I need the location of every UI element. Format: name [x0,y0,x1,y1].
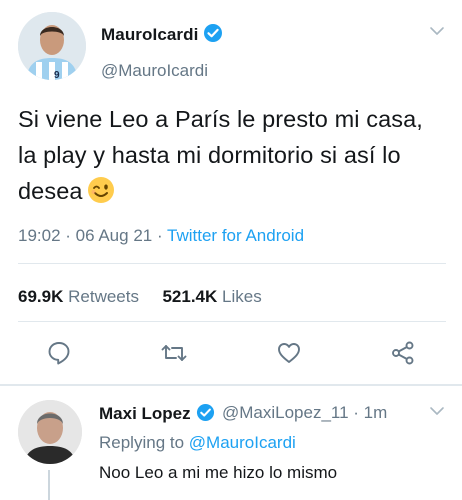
retweets-stat[interactable]: 69.9K Retweets [18,287,139,306]
author-name[interactable]: MauroIcardi [101,23,223,48]
reply-author-name[interactable]: Maxi Lopez [99,403,215,427]
retweets-count: 69.9K [18,287,64,306]
likes-stat[interactable]: 521.4K Likes [162,287,261,306]
replying-to-mention[interactable]: @MauroIcardi [189,433,296,452]
likes-label: Likes [222,287,262,306]
tweet-body: Si viene Leo a París le presto mi casa, … [18,101,448,214]
replying-to-prefix: Replying to [99,433,189,452]
reply-text: Noo Leo a mi me hizo lo mismo [99,463,338,482]
tweet-separator [0,384,462,386]
verified-badge-icon [203,23,223,48]
share-icon[interactable] [390,340,416,371]
tweet-stats: 69.9K Retweets 521.4K Likes [18,287,262,307]
likes-count: 521.4K [162,287,218,306]
replying-to: Replying to @MauroIcardi [99,433,296,453]
thread-line [48,470,50,500]
author-handle[interactable]: @MauroIcardi [101,61,208,81]
divider [18,263,446,264]
reply-author-avatar[interactable] [18,400,82,464]
retweets-label: Retweets [68,287,139,306]
svg-text:9: 9 [54,70,60,80]
author-name-text[interactable]: MauroIcardi [101,25,198,44]
retweet-icon[interactable] [160,340,188,371]
reply-author-handle[interactable]: @MaxiLopez_11 · 1m [222,403,387,423]
winking-face-emoji-icon [87,176,115,214]
reply-author-name-text[interactable]: Maxi Lopez [99,404,191,423]
verified-badge-icon [196,403,215,427]
chevron-down-icon[interactable] [428,402,446,425]
reply-icon[interactable] [46,340,72,371]
divider [18,321,446,322]
tweet-timestamp[interactable]: 19:02 · 06 Aug 21 · [18,226,167,245]
tweet-client-link[interactable]: Twitter for Android [167,226,304,245]
tweet-text: Si viene Leo a París le presto mi casa, … [18,106,423,204]
like-icon[interactable] [276,340,302,371]
chevron-down-icon[interactable] [428,22,446,45]
tweet-meta: 19:02 · 06 Aug 21 · Twitter for Android [18,226,304,246]
author-avatar[interactable]: 9 [18,12,86,80]
